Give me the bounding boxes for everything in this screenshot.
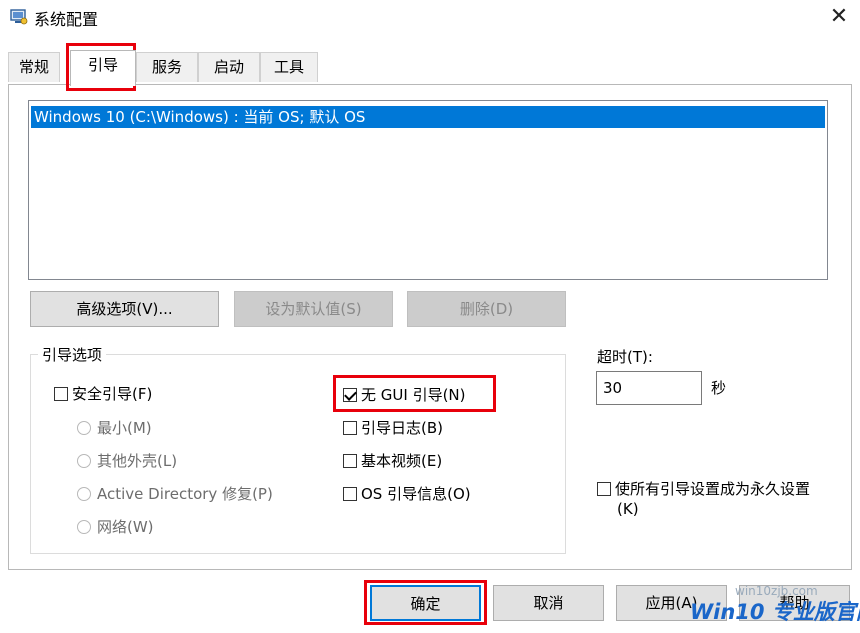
tab-services[interactable]: 服务 — [136, 52, 198, 82]
radio-icon — [77, 487, 91, 501]
boot-options-label: 引导选项 — [38, 344, 107, 365]
checkbox-checked-icon — [343, 388, 357, 402]
make-permanent-checkbox[interactable]: 使所有引导设置成为永久设置 — [597, 479, 810, 499]
watermark-logo: Win10 专业版官网 — [690, 600, 860, 624]
radio-icon — [77, 421, 91, 435]
tab-boot[interactable]: 引导 — [70, 50, 136, 86]
tab-tools[interactable]: 工具 — [260, 52, 318, 82]
checkbox-unchecked-icon — [54, 387, 68, 401]
radio-active-directory-repair[interactable]: Active Directory 修复(P) — [77, 484, 273, 504]
base-video-checkbox[interactable]: 基本视频(E) — [343, 451, 442, 471]
safe-boot-checkbox[interactable]: 安全引导(F) — [54, 384, 152, 404]
os-list-item[interactable]: Windows 10 (C:\Windows) : 当前 OS; 默认 OS — [31, 106, 825, 128]
tab-general[interactable]: 常规 — [8, 52, 60, 82]
os-boot-info-checkbox[interactable]: OS 引导信息(O) — [343, 484, 471, 504]
boot-log-checkbox[interactable]: 引导日志(B) — [343, 418, 443, 438]
window-title: 系统配置 — [34, 10, 99, 29]
tab-startup[interactable]: 启动 — [198, 52, 260, 82]
make-permanent-hotkey: (K) — [617, 500, 639, 518]
radio-alternate-shell[interactable]: 其他外壳(L) — [77, 451, 177, 471]
os-list[interactable]: Windows 10 (C:\Windows) : 当前 OS; 默认 OS — [28, 100, 828, 280]
system-config-app-icon — [10, 9, 28, 25]
checkbox-unchecked-icon — [343, 454, 357, 468]
delete-button[interactable]: 删除(D) — [407, 291, 566, 327]
checkbox-unchecked-icon — [343, 487, 357, 501]
no-gui-boot-checkbox[interactable]: 无 GUI 引导(N) — [343, 385, 466, 405]
timeout-input[interactable]: 30 — [596, 371, 702, 405]
ok-button[interactable]: 确定 — [370, 585, 481, 621]
timeout-label: 超时(T): — [597, 348, 653, 366]
set-default-button[interactable]: 设为默认值(S) — [234, 291, 393, 327]
close-icon[interactable]: ✕ — [824, 2, 854, 32]
checkbox-unchecked-icon — [343, 421, 357, 435]
radio-network[interactable]: 网络(W) — [77, 517, 154, 537]
checkbox-unchecked-icon — [597, 482, 611, 496]
radio-minimal[interactable]: 最小(M) — [77, 418, 152, 438]
radio-icon — [77, 520, 91, 534]
timeout-unit: 秒 — [711, 379, 727, 397]
title-bar: 系统配置 ✕ — [0, 0, 860, 34]
radio-icon — [77, 454, 91, 468]
cancel-button[interactable]: 取消 — [493, 585, 604, 621]
advanced-options-button[interactable]: 高级选项(V)... — [30, 291, 219, 327]
